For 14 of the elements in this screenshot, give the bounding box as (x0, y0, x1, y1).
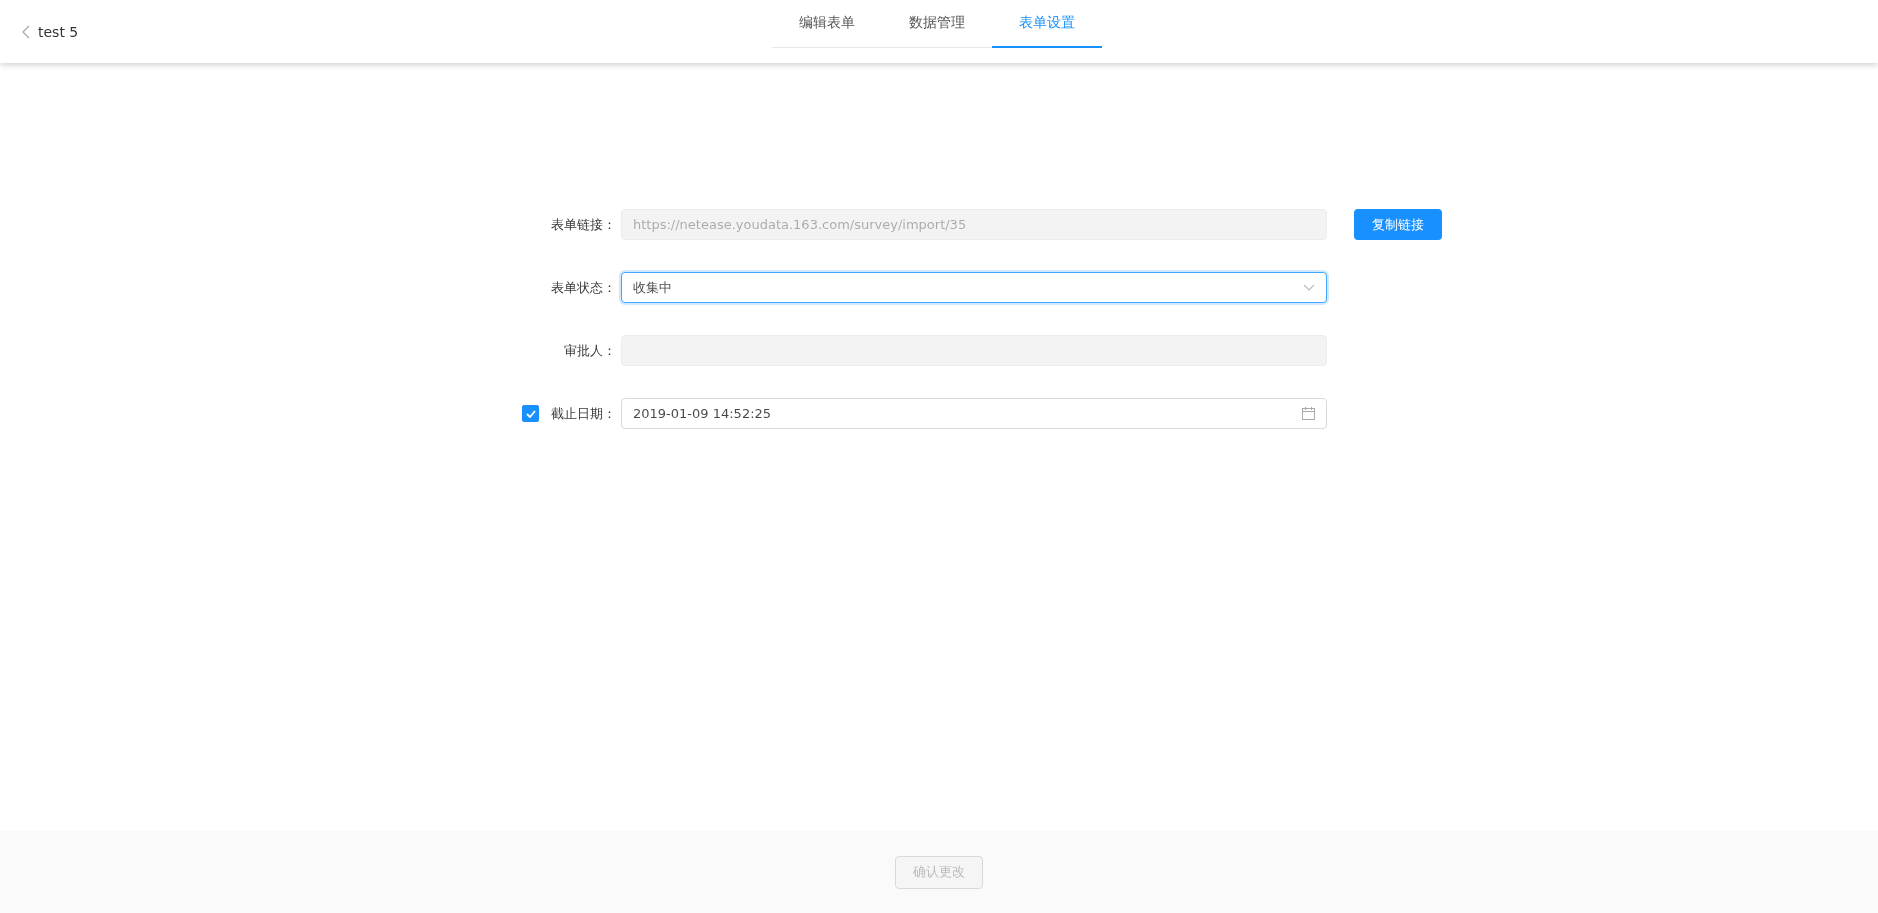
status-select[interactable]: 收集中 (621, 272, 1327, 303)
checkbox[interactable] (522, 405, 539, 422)
field-label: 表单状态： (551, 278, 616, 297)
field-label: 截止日期： (551, 404, 616, 423)
checkmark-icon (525, 409, 536, 418)
field-label: 审批人： (564, 341, 616, 360)
calendar-icon (1302, 407, 1315, 420)
date-picker[interactable]: 2019-01-09 14:52:25 (621, 398, 1327, 429)
back-link[interactable]: test 5 (22, 23, 79, 40)
tab[interactable]: 编辑表单 (772, 0, 882, 48)
field-label: 表单链接： (551, 215, 616, 234)
chevron-down-icon (1303, 283, 1315, 292)
tab[interactable]: 数据管理 (882, 0, 992, 48)
form-title: test 5 (38, 23, 79, 40)
